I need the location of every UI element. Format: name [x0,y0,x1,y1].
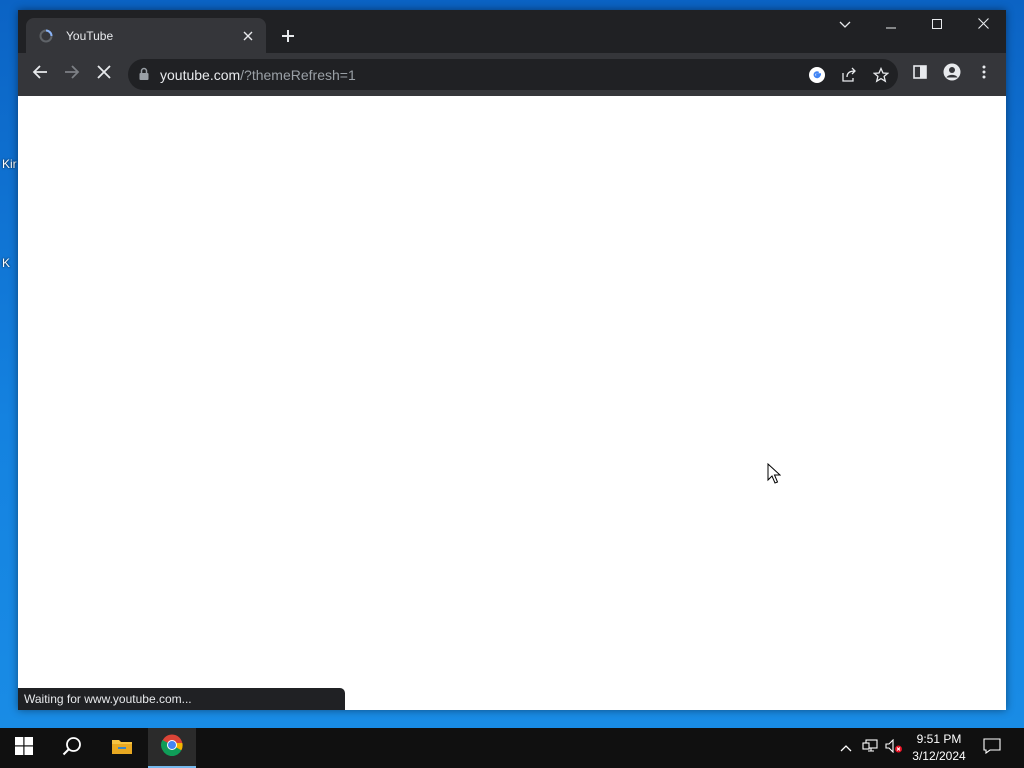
network-tray-button[interactable] [858,728,882,768]
maximize-button[interactable] [914,10,960,40]
chrome-taskbar-button[interactable] [148,728,196,768]
show-hidden-icons-button[interactable] [834,728,858,768]
close-window-button[interactable] [960,10,1006,40]
search-button[interactable] [48,728,96,768]
back-arrow-icon [32,64,48,85]
clock-date: 3/12/2024 [912,749,966,763]
profile-button[interactable] [938,60,966,88]
minimize-icon [886,16,896,34]
volume-muted-icon [885,738,903,758]
url-path: /?themeRefresh=1 [240,67,356,83]
clock-time: 9:51 PM [916,732,962,746]
maximize-icon [932,16,942,34]
forward-button[interactable] [58,60,86,88]
url-text: youtube.com/?themeRefresh=1 [160,67,356,83]
back-button[interactable] [26,60,54,88]
tab-youtube[interactable]: YouTube [26,18,266,53]
close-icon [977,16,989,34]
profile-icon [943,63,961,86]
loading-spinner-icon [38,28,54,44]
chrome-window: YouTube youtube.com/?themeRefresh=1 Wait… [18,10,1006,710]
side-panel-icon [913,64,927,84]
file-explorer-icon [111,737,133,760]
search-icon [62,736,82,761]
notification-icon [983,737,1001,759]
page-content[interactable]: Waiting for www.youtube.com... [18,96,1006,710]
url-host: youtube.com [160,67,241,83]
google-icon[interactable] [806,64,828,86]
share-icon[interactable] [838,64,860,86]
title-bar: YouTube [18,10,1006,53]
menu-button[interactable] [970,60,998,88]
close-tab-icon[interactable] [240,28,256,44]
action-center-button[interactable] [976,728,1008,768]
side-panel-button[interactable] [906,60,934,88]
lock-icon[interactable] [138,67,152,81]
bookmark-star-icon[interactable] [870,64,892,86]
stop-loading-icon [97,64,111,84]
browser-toolbar: youtube.com/?themeRefresh=1 [18,53,1006,96]
tab-search-button[interactable] [822,10,868,40]
minimize-button[interactable] [868,10,914,40]
address-bar[interactable]: youtube.com/?themeRefresh=1 [128,59,898,90]
desktop-icon-label-fragment-2: K [2,256,11,270]
tab-title: YouTube [66,28,114,43]
chevron-up-icon [840,739,852,757]
windows-start-icon [15,736,33,760]
network-icon [862,738,878,758]
chrome-icon [161,734,183,761]
kebab-menu-icon [982,65,986,84]
desktop-icon-label-fragment: Kir [2,157,17,171]
volume-tray-button[interactable] [882,728,906,768]
status-bubble: Waiting for www.youtube.com... [18,688,345,710]
file-explorer-button[interactable] [98,728,146,768]
taskbar: 9:51 PM 3/12/2024 [0,728,1024,768]
taskbar-clock[interactable]: 9:51 PM 3/12/2024 [904,731,974,765]
mouse-cursor-icon [767,463,781,484]
stop-loading-button[interactable] [90,60,118,88]
start-button[interactable] [0,728,48,768]
new-tab-button[interactable] [276,24,300,48]
chevron-down-icon [839,16,851,34]
forward-arrow-icon [64,64,80,85]
